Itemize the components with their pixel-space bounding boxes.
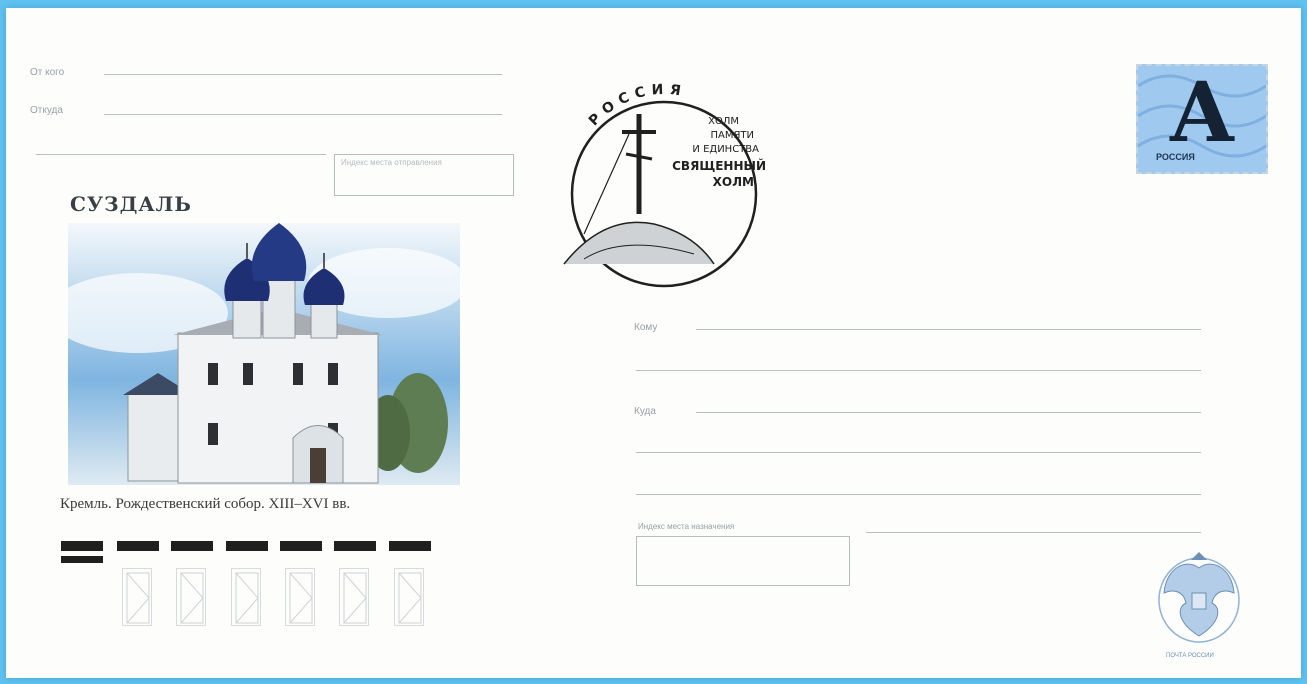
recipient-address-rule-2	[636, 452, 1201, 453]
recipient-address-rule-3	[636, 494, 1201, 495]
postcode-cell	[339, 568, 369, 626]
postcode-bar	[389, 541, 431, 551]
postcode-bar	[61, 556, 103, 563]
postcode-cell	[122, 568, 152, 626]
double-headed-eagle-emblem	[1158, 552, 1240, 643]
postcode-cell	[231, 568, 261, 626]
postcode-bar	[117, 541, 159, 551]
stamp-country: РОССИЯ	[1156, 152, 1195, 162]
sender-from-label: От кого	[30, 67, 65, 78]
postmark-cancellation: РОССИЯ ХОЛМ ПАМЯТИ И ЕДИНСТВА СВЯЩЕННЫЙ …	[563, 82, 766, 288]
postal-envelope: От кого Откуда Индекс места отправления …	[6, 8, 1301, 678]
postcode-bar	[280, 541, 322, 551]
sender-address-rule-2	[36, 154, 326, 155]
postcode-cell	[394, 568, 424, 626]
postcode-bar	[171, 541, 213, 551]
stamp-letter: А	[1168, 65, 1236, 161]
postmark-line-3: И ЕДИНСТВА	[692, 144, 759, 155]
postcode-bar	[334, 541, 376, 551]
recipient-address-rule	[696, 412, 1201, 413]
postcode-bar	[61, 541, 103, 551]
emblem-caption: ПОЧТА РОССИИ	[1166, 653, 1214, 659]
recipient-to-rule	[696, 329, 1201, 330]
sender-address-label: Откуда	[30, 105, 63, 116]
postcode-bar	[226, 541, 268, 551]
sender-address-rule	[104, 114, 502, 115]
recipient-address-rule-4	[866, 532, 1201, 533]
sender-index-box	[334, 154, 514, 196]
sender-from-rule	[104, 74, 502, 75]
cathedral-illustration	[68, 223, 460, 485]
postmark-line-1: ХОЛМ	[708, 116, 739, 127]
recipient-to-rule-2	[636, 370, 1201, 371]
postmark-line-4: СВЯЩЕННЫЙ	[672, 158, 766, 173]
recipient-address-label: Куда	[634, 406, 656, 417]
recipient-index-label: Индекс места назначения	[638, 522, 735, 531]
illustration-caption: Кремль. Рождественский собор. XIII–XVI в…	[60, 496, 351, 512]
postcode-cell	[176, 568, 206, 626]
city-title: СУЗДАЛЬ	[70, 192, 192, 216]
postage-stamp: А РОССИЯ	[1136, 64, 1268, 174]
postmark-line-2: ПАМЯТИ	[710, 130, 754, 141]
postmark-line-5: ХОЛМ	[713, 175, 754, 189]
recipient-to-label: Кому	[634, 322, 658, 333]
postcode-cell	[285, 568, 315, 626]
recipient-index-box	[636, 536, 850, 586]
